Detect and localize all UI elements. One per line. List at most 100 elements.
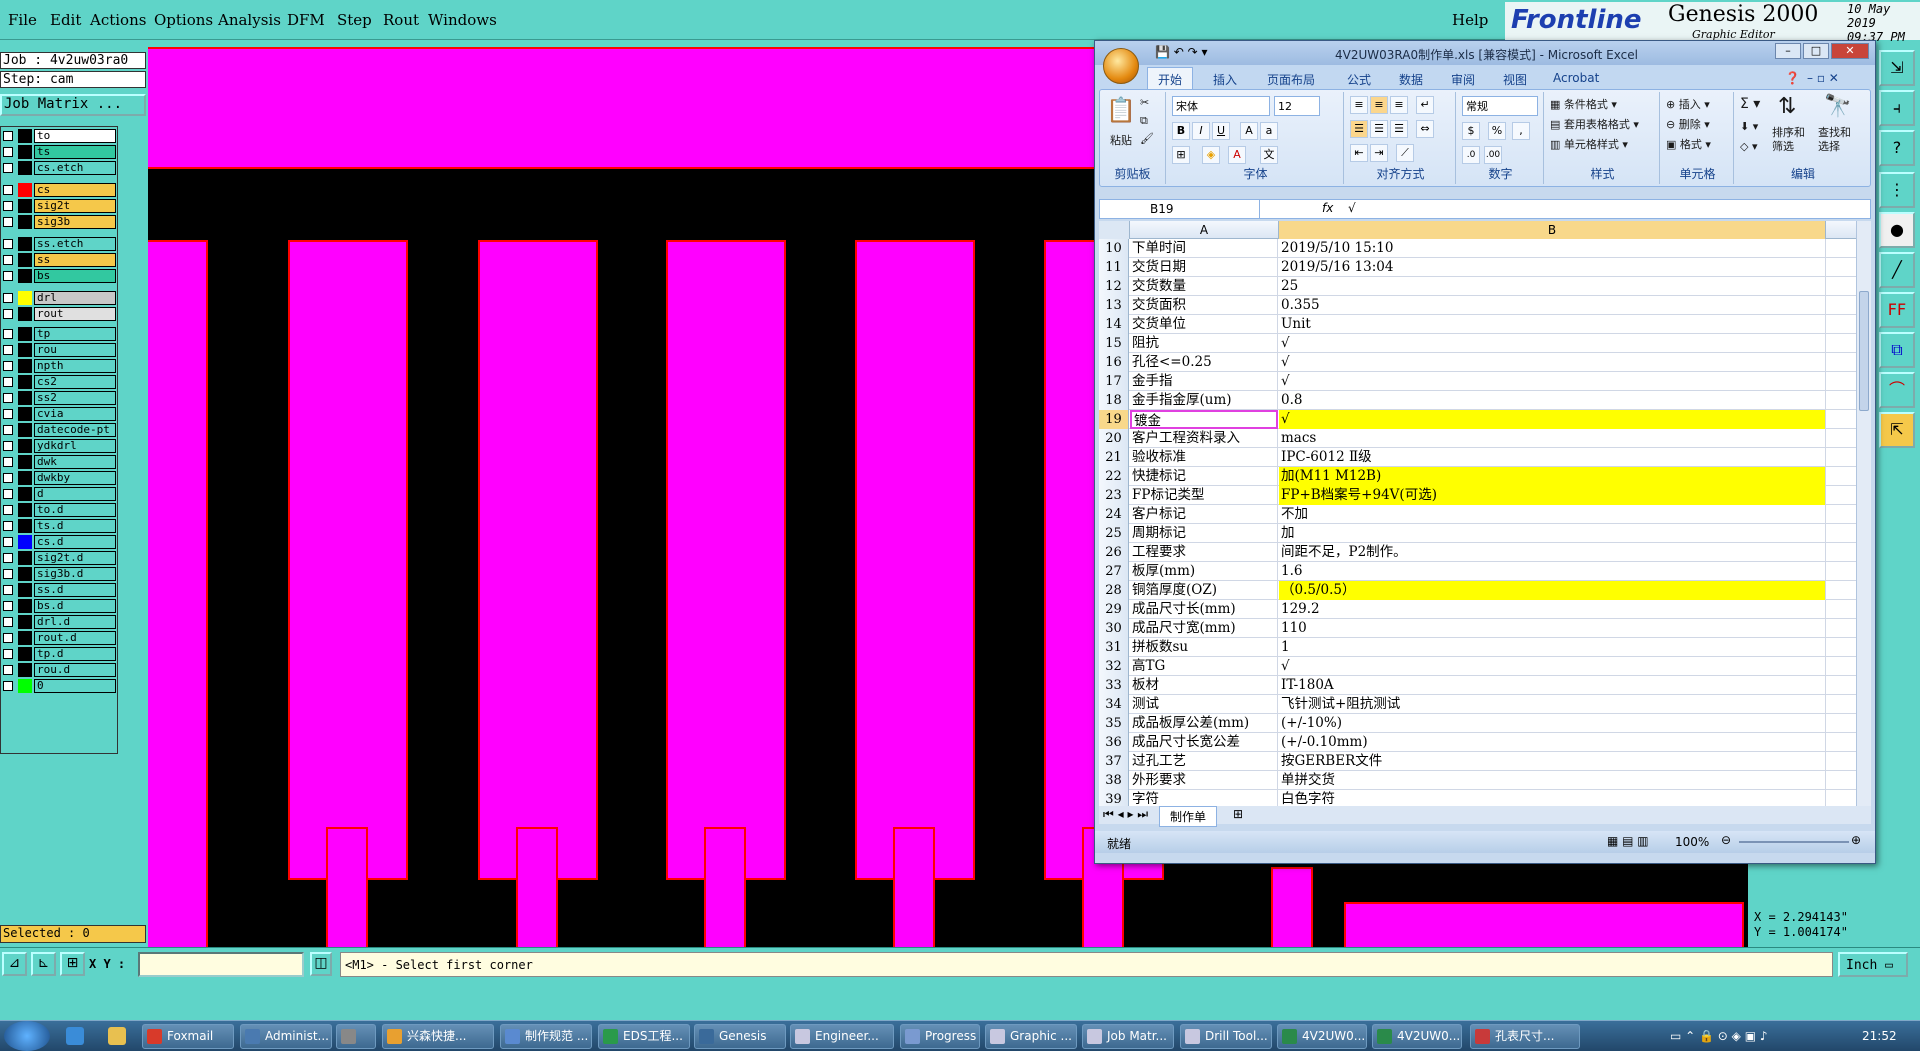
cut-icon[interactable]: ✂: [1140, 96, 1149, 109]
cell-a[interactable]: 交货面积: [1130, 296, 1278, 315]
taskbar-item[interactable]: [336, 1024, 376, 1049]
layer-name[interactable]: ss2: [34, 391, 116, 405]
layer-item[interactable]: drl: [3, 291, 117, 305]
tool-help-icon[interactable]: ?: [1879, 130, 1915, 166]
cell-a[interactable]: 镀金: [1130, 410, 1278, 429]
zoom-out-icon[interactable]: ⊖: [1721, 833, 1731, 847]
layer-item[interactable]: rout.d: [3, 631, 117, 645]
sort-filter-icon[interactable]: ⇅: [1778, 94, 1796, 119]
tool-ff-icon[interactable]: FF: [1879, 292, 1915, 328]
cell-a[interactable]: 字符: [1130, 790, 1278, 806]
paste-icon[interactable]: 📋: [1106, 96, 1136, 124]
layer-color-swatch[interactable]: [18, 647, 32, 661]
cell-a[interactable]: 工程要求: [1130, 543, 1278, 562]
tool-measure-icon[interactable]: ⋮: [1879, 172, 1915, 208]
cell-a[interactable]: 交货日期: [1130, 258, 1278, 277]
layer-color-swatch[interactable]: [18, 307, 32, 321]
shrink-font-icon[interactable]: a: [1260, 122, 1278, 140]
cell-a[interactable]: 快捷标记: [1130, 467, 1278, 486]
table-format-button[interactable]: ▤ 套用表格格式 ▾: [1550, 116, 1639, 132]
menu-step[interactable]: Step: [337, 11, 372, 29]
layer-item[interactable]: ts: [3, 145, 117, 159]
row-number[interactable]: 37: [1099, 752, 1129, 771]
layer-color-swatch[interactable]: [18, 237, 32, 251]
layer-checkbox[interactable]: [3, 601, 13, 611]
tab-acrobat[interactable]: Acrobat: [1553, 71, 1599, 85]
taskbar-item[interactable]: Drill Tool...: [1180, 1024, 1272, 1049]
layer-checkbox[interactable]: [3, 163, 13, 173]
layer-color-swatch[interactable]: [18, 145, 32, 159]
border-icon[interactable]: ⊞: [1172, 146, 1190, 164]
fx-icon[interactable]: fx: [1322, 201, 1333, 215]
percent-icon[interactable]: %: [1488, 122, 1506, 140]
layer-checkbox[interactable]: [3, 665, 13, 675]
format-painter-icon[interactable]: 🖌: [1140, 132, 1154, 145]
layer-name[interactable]: to: [34, 129, 116, 143]
layer-name[interactable]: tp.d: [34, 647, 116, 661]
maximize-icon[interactable]: □: [1803, 43, 1829, 59]
zoom-in-icon[interactable]: ⊕: [1851, 833, 1861, 847]
cell-a[interactable]: 客户工程资料录入: [1130, 429, 1278, 448]
layer-checkbox[interactable]: [3, 441, 13, 451]
layer-color-swatch[interactable]: [18, 487, 32, 501]
underline-icon[interactable]: U: [1212, 122, 1230, 140]
close-icon[interactable]: ✕: [1831, 43, 1869, 59]
cell-b[interactable]: √: [1279, 657, 1826, 676]
layer-item[interactable]: sig3b: [3, 215, 117, 229]
layer-name[interactable]: cs: [34, 183, 116, 197]
layer-checkbox[interactable]: [3, 409, 13, 419]
font-size-select[interactable]: 12: [1274, 96, 1320, 116]
phonetic-icon[interactable]: 文: [1260, 146, 1278, 164]
increase-decimal-icon[interactable]: .0: [1462, 146, 1480, 164]
snap-grid-icon[interactable]: ⊞: [60, 952, 85, 976]
cell-a[interactable]: 板厚(mm): [1130, 562, 1278, 581]
layer-checkbox[interactable]: [3, 185, 13, 195]
cell-a[interactable]: 铜箔厚度(OZ): [1130, 581, 1278, 600]
layer-item[interactable]: 0: [3, 679, 117, 693]
layer-name[interactable]: tp: [34, 327, 116, 341]
currency-icon[interactable]: $: [1462, 122, 1480, 140]
taskbar-item[interactable]: Progress: [900, 1024, 980, 1049]
layer-name[interactable]: drl.d: [34, 615, 116, 629]
tool-route-icon[interactable]: ⫞: [1879, 90, 1915, 126]
grow-font-icon[interactable]: A: [1240, 122, 1258, 140]
layer-item[interactable]: sig2t.d: [3, 551, 117, 565]
layer-checkbox[interactable]: [3, 569, 13, 579]
cell-b[interactable]: √: [1279, 334, 1826, 353]
menu-edit[interactable]: Edit: [50, 11, 81, 29]
align-left-icon[interactable]: ☰: [1350, 120, 1368, 138]
layer-color-swatch[interactable]: [18, 567, 32, 581]
cell-b[interactable]: 0.8: [1279, 391, 1826, 410]
tool-line-icon[interactable]: ╱: [1879, 252, 1915, 288]
cell-b[interactable]: √: [1279, 410, 1826, 429]
cell-a[interactable]: 拼板数su: [1130, 638, 1278, 657]
row-number[interactable]: 20: [1099, 429, 1129, 448]
cell-b[interactable]: 0.355: [1279, 296, 1826, 315]
layer-item[interactable]: ts.d: [3, 519, 117, 533]
tool-copy-icon[interactable]: ⧉: [1879, 332, 1915, 368]
cell-b[interactable]: √: [1279, 372, 1826, 391]
layer-name[interactable]: rout.d: [34, 631, 116, 645]
row-number[interactable]: 22: [1099, 467, 1129, 486]
cell-a[interactable]: 过孔工艺: [1130, 752, 1278, 771]
layer-color-swatch[interactable]: [18, 359, 32, 373]
menu-windows[interactable]: Windows: [428, 11, 497, 29]
cell-a[interactable]: 周期标记: [1130, 524, 1278, 543]
cell-b[interactable]: FP+B档案号+94V(可选): [1279, 486, 1826, 505]
layer-color-swatch[interactable]: [18, 423, 32, 437]
menu-help[interactable]: Help: [1452, 11, 1488, 29]
fill-color-icon[interactable]: ◈: [1202, 146, 1220, 164]
layer-name[interactable]: ts.d: [34, 519, 116, 533]
worksheet-grid[interactable]: A B 10 下单时间 2019/5/10 15:10 11 交货日期 2019/5/16…: [1099, 221, 1856, 806]
row-number[interactable]: 10: [1099, 239, 1129, 258]
layer-checkbox[interactable]: [3, 537, 13, 547]
cell-a[interactable]: 交货数量: [1130, 277, 1278, 296]
row-number[interactable]: 18: [1099, 391, 1129, 410]
cell-b[interactable]: 飞针测试+阻抗测试: [1279, 695, 1826, 714]
column-b-header[interactable]: B: [1279, 221, 1826, 239]
cell-a[interactable]: 金手指: [1130, 372, 1278, 391]
layer-color-swatch[interactable]: [18, 391, 32, 405]
row-number[interactable]: 13: [1099, 296, 1129, 315]
layer-name[interactable]: bs.d: [34, 599, 116, 613]
cell-b[interactable]: IPC-6012 Ⅱ级: [1279, 448, 1826, 467]
